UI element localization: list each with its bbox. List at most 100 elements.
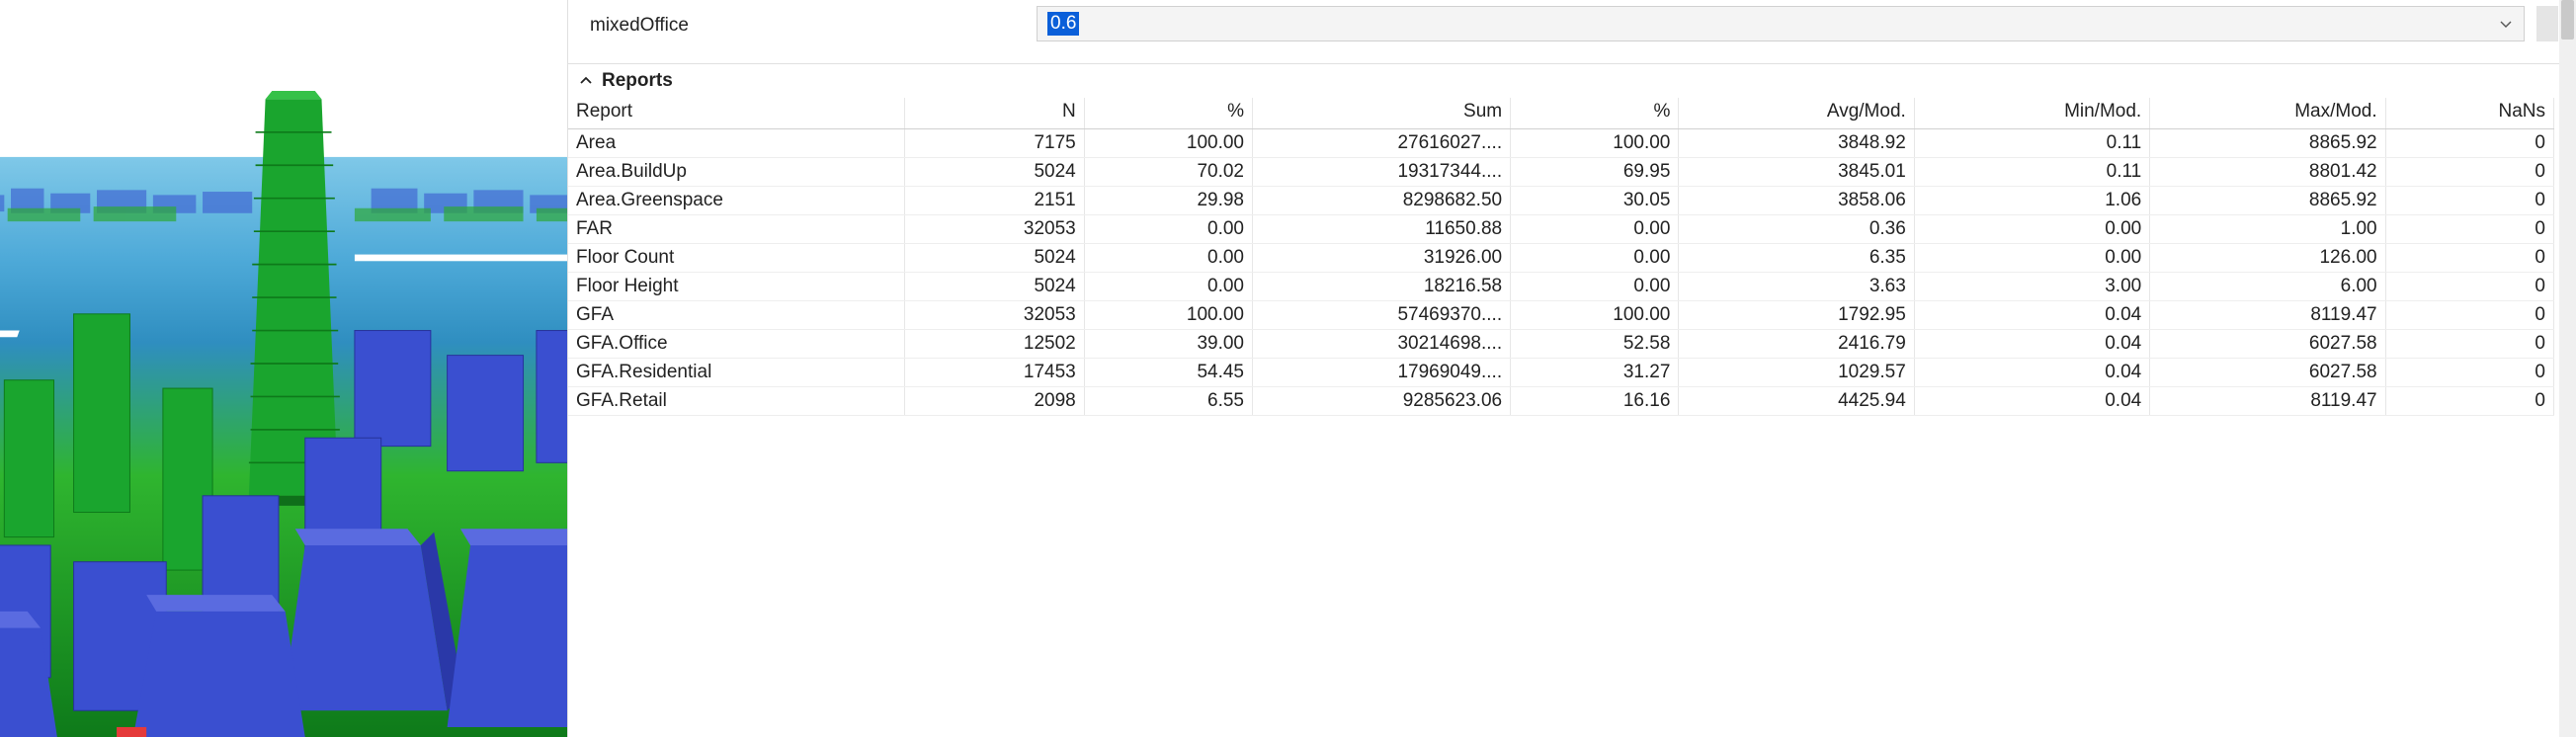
cell-nans: 0 bbox=[2385, 158, 2553, 187]
cell-max: 8865.92 bbox=[2150, 129, 2385, 158]
cell-pct_sum: 100.00 bbox=[1511, 301, 1679, 330]
table-row[interactable]: Area.Greenspace215129.988298682.5030.053… bbox=[568, 187, 2554, 215]
cell-pct_n: 70.02 bbox=[1084, 158, 1252, 187]
col-sum[interactable]: Sum bbox=[1253, 98, 1511, 129]
cell-max: 6.00 bbox=[2150, 273, 2385, 301]
table-row[interactable]: Area7175100.0027616027....100.003848.920… bbox=[568, 129, 2554, 158]
table-row[interactable]: GFA.Residential1745354.4517969049....31.… bbox=[568, 359, 2554, 387]
cell-max: 126.00 bbox=[2150, 244, 2385, 273]
cell-pct_sum: 69.95 bbox=[1511, 158, 1679, 187]
cell-min: 1.06 bbox=[1914, 187, 2149, 215]
cell-nans: 0 bbox=[2385, 244, 2553, 273]
cell-avg: 3845.01 bbox=[1679, 158, 1914, 187]
cell-nans: 0 bbox=[2385, 330, 2553, 359]
cell-sum: 11650.88 bbox=[1253, 215, 1511, 244]
reports-header-row: Report N % Sum % Avg/Mod. Min/Mod. Max/M… bbox=[568, 98, 2554, 129]
cell-n: 17453 bbox=[905, 359, 1085, 387]
table-row[interactable]: GFA.Office1250239.0030214698....52.58241… bbox=[568, 330, 2554, 359]
cell-nans: 0 bbox=[2385, 129, 2553, 158]
cell-avg: 3848.92 bbox=[1679, 129, 1914, 158]
cell-nans: 0 bbox=[2385, 273, 2553, 301]
cell-avg: 6.35 bbox=[1679, 244, 1914, 273]
table-row[interactable]: Floor Height50240.0018216.580.003.633.00… bbox=[568, 273, 2554, 301]
cell-n: 12502 bbox=[905, 330, 1085, 359]
col-pct-sum[interactable]: % bbox=[1511, 98, 1679, 129]
cell-avg: 1792.95 bbox=[1679, 301, 1914, 330]
attribute-gutter-button[interactable] bbox=[2536, 6, 2558, 41]
cell-n: 32053 bbox=[905, 301, 1085, 330]
app-root: mixedOffice 0.6 Reports bbox=[0, 0, 2576, 737]
cell-sum: 19317344.... bbox=[1253, 158, 1511, 187]
cell-report: Floor Height bbox=[568, 273, 905, 301]
cell-report: FAR bbox=[568, 215, 905, 244]
cell-max: 8119.47 bbox=[2150, 387, 2385, 416]
col-avg[interactable]: Avg/Mod. bbox=[1679, 98, 1914, 129]
attribute-label: mixedOffice bbox=[590, 11, 1025, 37]
cell-pct_sum: 16.16 bbox=[1511, 387, 1679, 416]
cell-report: GFA bbox=[568, 301, 905, 330]
cell-min: 0.00 bbox=[1914, 244, 2149, 273]
cell-sum: 30214698.... bbox=[1253, 330, 1511, 359]
cell-nans: 0 bbox=[2385, 187, 2553, 215]
cell-pct_n: 100.00 bbox=[1084, 301, 1252, 330]
cell-pct_n: 0.00 bbox=[1084, 215, 1252, 244]
panel-scrollbar-thumb[interactable] bbox=[2561, 0, 2574, 40]
cell-n: 2098 bbox=[905, 387, 1085, 416]
cell-report: Floor Count bbox=[568, 244, 905, 273]
cell-min: 0.04 bbox=[1914, 330, 2149, 359]
table-row[interactable]: GFA32053100.0057469370....100.001792.950… bbox=[568, 301, 2554, 330]
cell-pct_n: 39.00 bbox=[1084, 330, 1252, 359]
cell-max: 8119.47 bbox=[2150, 301, 2385, 330]
cell-report: GFA.Retail bbox=[568, 387, 905, 416]
cell-report: Area.Greenspace bbox=[568, 187, 905, 215]
caret-up-icon bbox=[578, 73, 594, 89]
table-row[interactable]: Floor Count50240.0031926.000.006.350.001… bbox=[568, 244, 2554, 273]
col-pct-n[interactable]: % bbox=[1084, 98, 1252, 129]
cell-pct_sum: 0.00 bbox=[1511, 244, 1679, 273]
cell-min: 0.04 bbox=[1914, 359, 2149, 387]
cell-avg: 4425.94 bbox=[1679, 387, 1914, 416]
cell-n: 5024 bbox=[905, 244, 1085, 273]
table-row[interactable]: Area.BuildUp502470.0219317344....69.9538… bbox=[568, 158, 2554, 187]
cell-n: 5024 bbox=[905, 158, 1085, 187]
col-n[interactable]: N bbox=[905, 98, 1085, 129]
panel-scrollbar[interactable] bbox=[2559, 0, 2576, 737]
cell-min: 0.11 bbox=[1914, 158, 2149, 187]
cell-pct_n: 6.55 bbox=[1084, 387, 1252, 416]
cell-pct_sum: 0.00 bbox=[1511, 215, 1679, 244]
city-scene bbox=[0, 0, 567, 737]
cell-nans: 0 bbox=[2385, 301, 2553, 330]
cell-min: 0.11 bbox=[1914, 129, 2149, 158]
cell-n: 5024 bbox=[905, 273, 1085, 301]
col-report[interactable]: Report bbox=[568, 98, 905, 129]
cell-sum: 57469370.... bbox=[1253, 301, 1511, 330]
attribute-value: 0.6 bbox=[1047, 12, 1079, 36]
col-nans[interactable]: NaNs bbox=[2385, 98, 2553, 129]
viewport-3d[interactable] bbox=[0, 0, 567, 737]
cell-max: 8865.92 bbox=[2150, 187, 2385, 215]
attribute-row: mixedOffice 0.6 bbox=[568, 0, 2576, 63]
cell-pct_n: 0.00 bbox=[1084, 244, 1252, 273]
chevron-down-icon bbox=[2498, 16, 2514, 32]
cell-report: Area.BuildUp bbox=[568, 158, 905, 187]
cell-avg: 3.63 bbox=[1679, 273, 1914, 301]
cell-pct_n: 100.00 bbox=[1084, 129, 1252, 158]
reports-table-wrap: Report N % Sum % Avg/Mod. Min/Mod. Max/M… bbox=[568, 98, 2576, 737]
col-min[interactable]: Min/Mod. bbox=[1914, 98, 2149, 129]
cell-pct_n: 54.45 bbox=[1084, 359, 1252, 387]
cell-max: 8801.42 bbox=[2150, 158, 2385, 187]
cell-sum: 27616027.... bbox=[1253, 129, 1511, 158]
cell-nans: 0 bbox=[2385, 359, 2553, 387]
cell-pct_sum: 0.00 bbox=[1511, 273, 1679, 301]
cell-min: 0.04 bbox=[1914, 301, 2149, 330]
cell-min: 3.00 bbox=[1914, 273, 2149, 301]
cell-n: 7175 bbox=[905, 129, 1085, 158]
table-row[interactable]: GFA.Retail20986.559285623.0616.164425.94… bbox=[568, 387, 2554, 416]
cell-pct_n: 29.98 bbox=[1084, 187, 1252, 215]
reports-section-header[interactable]: Reports bbox=[568, 63, 2576, 98]
attribute-value-dropdown[interactable]: 0.6 bbox=[1037, 6, 2525, 41]
reports-section-title: Reports bbox=[602, 70, 673, 92]
table-row[interactable]: FAR320530.0011650.880.000.360.001.000 bbox=[568, 215, 2554, 244]
cell-sum: 18216.58 bbox=[1253, 273, 1511, 301]
col-max[interactable]: Max/Mod. bbox=[2150, 98, 2385, 129]
